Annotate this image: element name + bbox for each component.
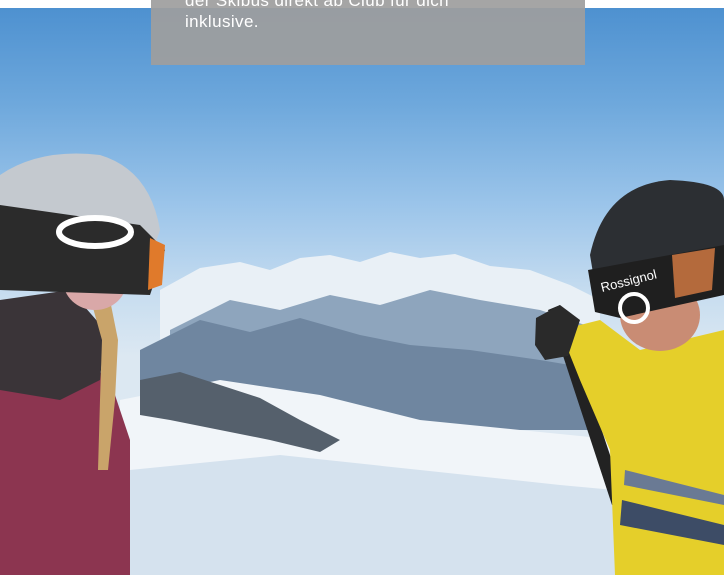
caption-overlay: der Skibus direkt ab Club für dich inklu… xyxy=(151,0,585,65)
hero-photo: Rossignol der Skibus direkt ab Club für … xyxy=(0,0,724,575)
ski-scene-illustration: Rossignol xyxy=(0,153,724,575)
caption-line-1: der Skibus direkt ab Club für dich xyxy=(185,0,450,10)
caption-line-2: inklusive. xyxy=(185,12,259,31)
goggle-lens-right xyxy=(672,248,715,298)
left-goggle-lens xyxy=(148,238,165,290)
